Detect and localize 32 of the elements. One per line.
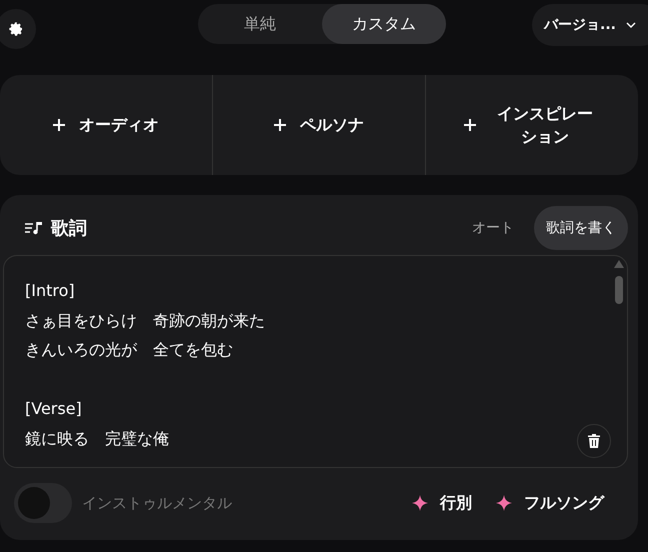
- settings-icon: [8, 21, 24, 37]
- plus-icon: [53, 119, 65, 131]
- lyrics-line: [Verse]: [25, 398, 82, 420]
- lyrics-field[interactable]: [Intro] さぁ目をひらけ 奇跡の朝が来た きんいろの光が 全てを包む [Verse] 鏡に映る 完璧な俺: [3, 255, 628, 468]
- lyrics-line: [Intro]: [25, 280, 75, 302]
- add-card[interactable]: インスピレーション: [426, 75, 638, 175]
- trash-icon: [588, 434, 600, 448]
- settings-button[interactable]: [0, 9, 36, 49]
- scroll-up-icon[interactable]: [614, 260, 624, 268]
- mode-tab[interactable]: 単純: [198, 4, 322, 44]
- write-lyrics-button[interactable]: 歌詞を書く: [534, 206, 628, 250]
- plus-icon: [274, 119, 286, 131]
- chevron-down-icon: [626, 22, 636, 28]
- instrumental-toggle[interactable]: [14, 483, 72, 523]
- lyrics-line: さぁ目をひらけ 奇跡の朝が来た: [25, 310, 265, 332]
- instrumental-label: インストゥルメンタル: [82, 494, 232, 512]
- generate-button[interactable]: フルソング: [496, 492, 604, 514]
- mode-tab[interactable]: カスタム: [322, 4, 446, 44]
- auto-option[interactable]: オート: [472, 218, 514, 236]
- sparkle-icon: [412, 495, 428, 511]
- lyrics-line: きんいろの光が 全てを包む: [25, 339, 233, 361]
- sparkle-icon: [496, 495, 512, 511]
- plus-icon: [464, 119, 476, 131]
- lyrics-title: 歌詞: [51, 216, 87, 240]
- lyrics-line: 鏡に映る 完璧な俺: [25, 428, 169, 450]
- delete-button[interactable]: [577, 424, 611, 458]
- lyrics-icon: [25, 220, 43, 234]
- version-dropdown[interactable]: バージョ...: [532, 4, 648, 46]
- add-card[interactable]: ペルソナ: [213, 75, 426, 175]
- add-card[interactable]: オーディオ: [0, 75, 213, 175]
- scrollbar-thumb[interactable]: [615, 276, 623, 304]
- generate-button[interactable]: 行別: [412, 492, 472, 514]
